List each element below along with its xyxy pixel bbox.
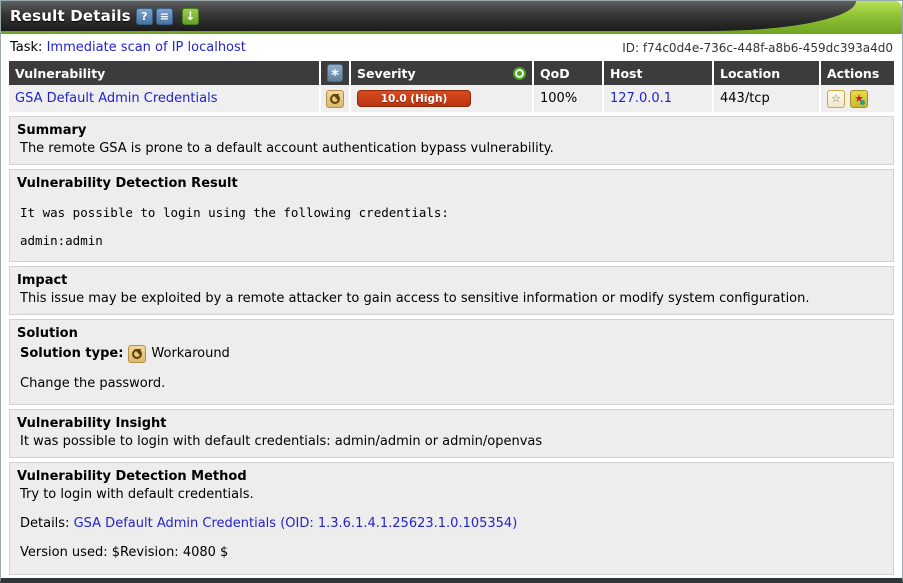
task-label: Task:	[10, 40, 42, 55]
severity-cell: 10.0 (High)	[351, 85, 532, 112]
column-header-location[interactable]: Location	[714, 61, 819, 85]
host-cell: 127.0.0.1	[604, 85, 712, 112]
section-solution: Solution Solution type: Workaround Chang…	[9, 319, 894, 406]
detection-method-heading: Vulnerability Detection Method	[17, 469, 886, 485]
detection-method-text: Try to login with default credentials.	[17, 487, 886, 503]
details-label: Details:	[20, 516, 69, 531]
column-header-qod[interactable]: QoD	[534, 61, 602, 85]
solution-heading: Solution	[17, 326, 886, 342]
task-link[interactable]: Immediate scan of IP localhost	[47, 40, 246, 55]
solution-type-cell	[321, 85, 349, 112]
workaround-icon	[326, 90, 344, 108]
page-title: Result Details	[10, 7, 131, 25]
column-header-severity[interactable]: Severity	[351, 61, 532, 85]
section-impact: Impact This issue may be exploited by a …	[9, 266, 894, 315]
vulnerability-cell: GSA Default Admin Credentials	[9, 85, 319, 112]
impact-text: This issue may be exploited by a remote …	[17, 291, 886, 307]
detection-result-line1: It was possible to login using the follo…	[17, 205, 886, 221]
list-icon[interactable]: ≡	[156, 8, 173, 25]
summary-text: The remote GSA is prone to a default acc…	[17, 141, 886, 157]
qod-cell: 100%	[534, 85, 602, 112]
overrides-toggle-icon[interactable]	[513, 67, 526, 80]
host-link[interactable]: 127.0.0.1	[610, 91, 672, 106]
result-table: Vulnerability * Severity QoD Host Locati…	[9, 61, 894, 112]
add-override-icon[interactable]: ★	[850, 90, 868, 108]
section-insight: Vulnerability Insight It was possible to…	[9, 409, 894, 458]
section-summary: Summary The remote GSA is prone to a def…	[9, 116, 894, 165]
titlebar-dark-area: Result Details ? ≡ ↓	[1, 1, 856, 31]
vulnerability-link[interactable]: GSA Default Admin Credentials	[15, 91, 217, 106]
titlebar: Result Details ? ≡ ↓	[1, 1, 902, 34]
table-row: GSA Default Admin Credentials 10.0 (High…	[9, 85, 894, 112]
column-header-actions: Actions	[821, 61, 894, 85]
solution-text: Change the password.	[17, 376, 886, 392]
section-detection-method: Vulnerability Detection Method Try to lo…	[9, 462, 894, 575]
column-header-vulnerability[interactable]: Vulnerability	[9, 61, 319, 85]
add-note-icon[interactable]: ☆	[827, 90, 845, 108]
insight-heading: Vulnerability Insight	[17, 416, 886, 432]
solution-type-label: Solution type:	[20, 346, 123, 362]
details-link[interactable]: GSA Default Admin Credentials (OID: 1.3.…	[74, 516, 518, 531]
help-icon[interactable]: ?	[136, 8, 153, 25]
asterisk-puzzle-icon: *	[327, 64, 343, 82]
severity-bar: 10.0 (High)	[357, 90, 471, 107]
task-row: Task: Immediate scan of IP localhost ID:…	[1, 34, 902, 59]
location-cell: 443/tcp	[714, 85, 819, 112]
titlebar-icons: ? ≡ ↓	[133, 8, 199, 25]
result-details-window: Result Details ? ≡ ↓ Task: Immediate sca…	[0, 0, 903, 583]
detection-result-heading: Vulnerability Detection Result	[17, 176, 886, 192]
version-used: Version used: $Revision: 4080 $	[17, 545, 886, 561]
summary-heading: Summary	[17, 123, 886, 139]
actions-cell: ☆ ★	[821, 85, 894, 112]
solution-type-value: Workaround	[151, 346, 229, 362]
severity-header-label: Severity	[357, 66, 416, 81]
solution-type-line: Solution type: Workaround	[17, 345, 886, 363]
task-label-group: Task: Immediate scan of IP localhost	[10, 40, 246, 55]
details-line: Details: GSA Default Admin Credentials (…	[17, 516, 886, 532]
detection-result-line2: admin:admin	[17, 233, 886, 249]
result-id: ID: f74c0d4e-736c-448f-a8b6-459dc393a4d0	[622, 41, 893, 55]
column-header-host[interactable]: Host	[604, 61, 712, 85]
table-header-row: Vulnerability * Severity QoD Host Locati…	[9, 61, 894, 85]
column-header-solution-type[interactable]: *	[321, 61, 349, 85]
section-detection-result: Vulnerability Detection Result It was po…	[9, 169, 894, 263]
workaround-icon	[128, 345, 146, 363]
insight-text: It was possible to login with default cr…	[17, 434, 886, 450]
impact-heading: Impact	[17, 273, 886, 289]
download-icon[interactable]: ↓	[182, 8, 199, 25]
